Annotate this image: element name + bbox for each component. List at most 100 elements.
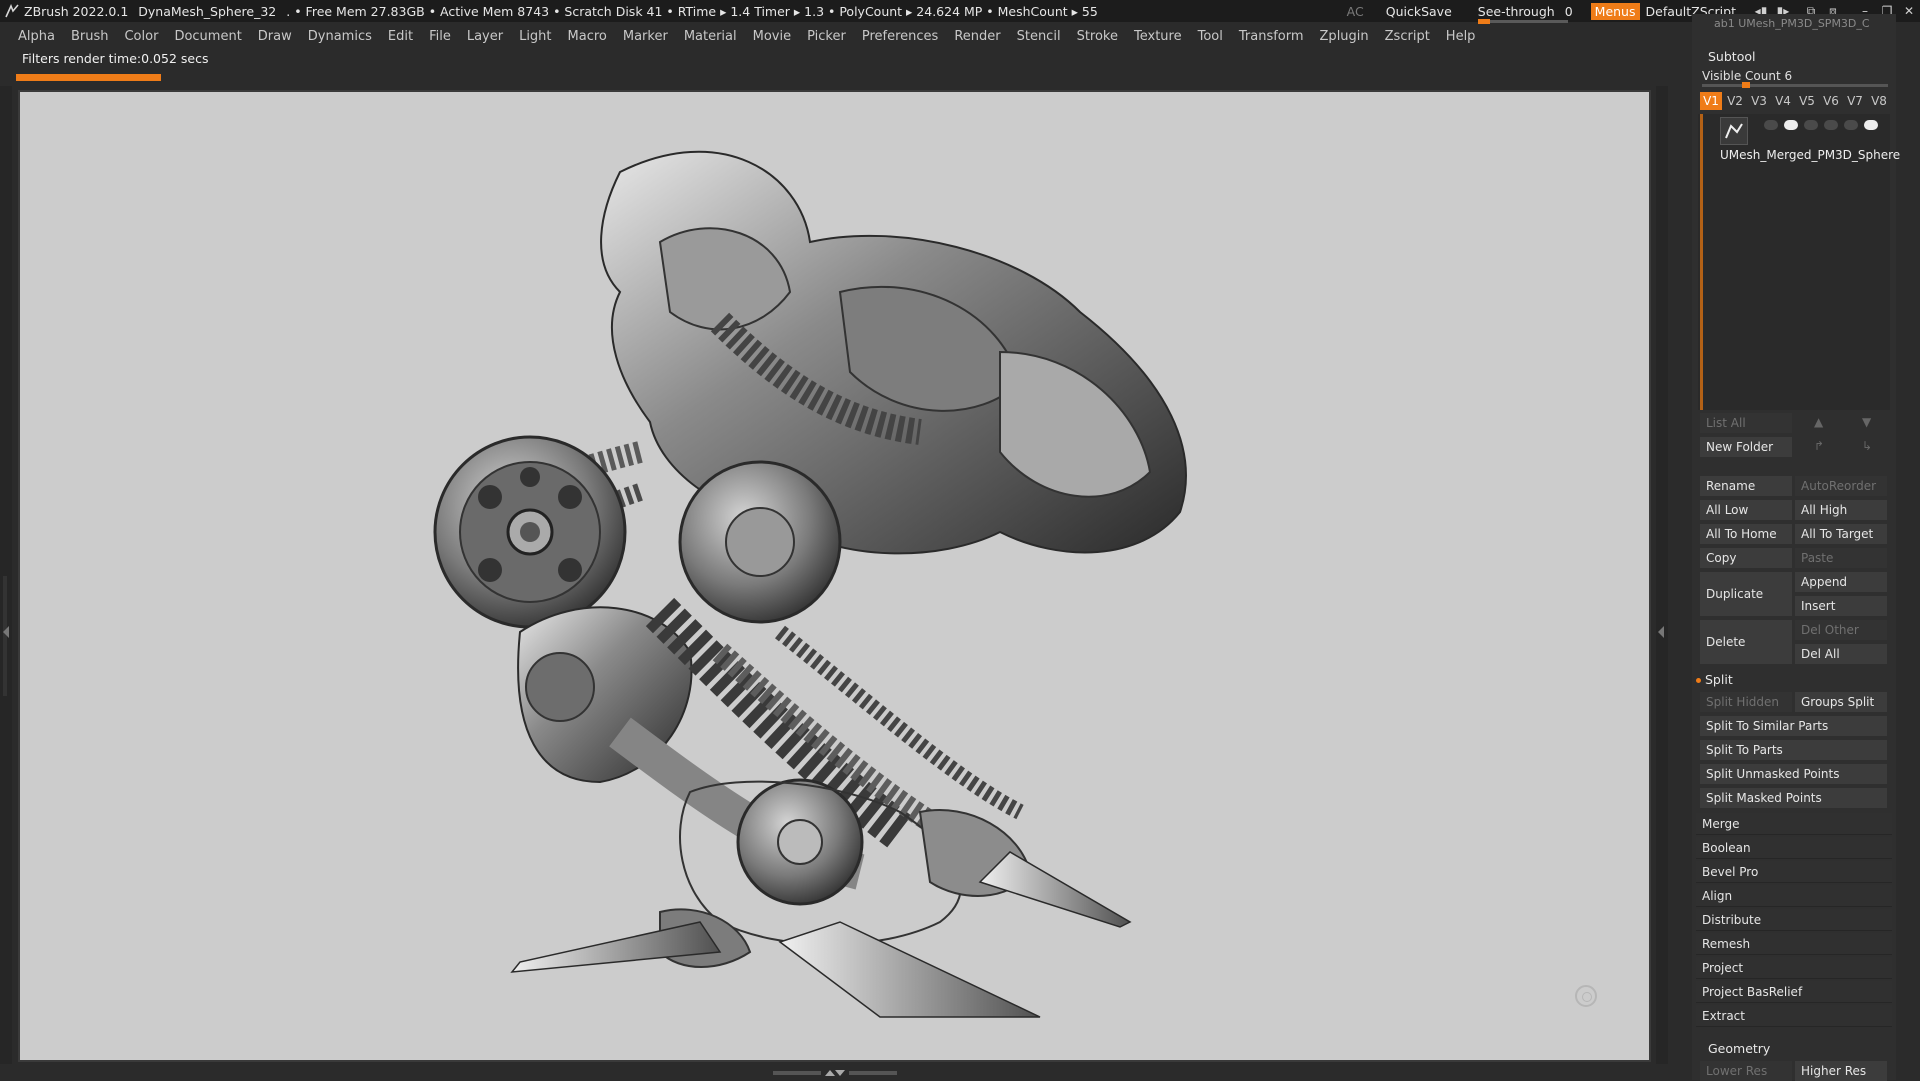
rename-button[interactable]: Rename bbox=[1700, 476, 1792, 496]
menu-color[interactable]: Color bbox=[124, 29, 158, 44]
menu-draw[interactable]: Draw bbox=[258, 29, 292, 44]
menu-zscript[interactable]: Zscript bbox=[1385, 29, 1430, 44]
menu-picker[interactable]: Picker bbox=[807, 29, 846, 44]
distribute-subpanel[interactable]: Distribute bbox=[1696, 909, 1892, 931]
append-button[interactable]: Append bbox=[1795, 572, 1887, 592]
bottom-tray-handle[interactable] bbox=[770, 1068, 900, 1078]
eye-icon[interactable] bbox=[1864, 120, 1878, 130]
subtool-thumbnail[interactable] bbox=[1720, 117, 1748, 145]
menu-stencil[interactable]: Stencil bbox=[1017, 29, 1061, 44]
menu-alpha[interactable]: Alpha bbox=[18, 29, 55, 44]
remesh-subpanel[interactable]: Remesh bbox=[1696, 933, 1892, 955]
project-subpanel[interactable]: Project bbox=[1696, 957, 1892, 979]
vtab-2[interactable]: V2 bbox=[1724, 92, 1746, 110]
menu-material[interactable]: Material bbox=[684, 29, 737, 44]
bevel-pro-subpanel[interactable]: Bevel Pro bbox=[1696, 861, 1892, 883]
split-unmasked-button[interactable]: Split Unmasked Points bbox=[1700, 764, 1887, 784]
menu-macro[interactable]: Macro bbox=[568, 29, 607, 44]
polypaint-toggle-icon[interactable] bbox=[1784, 120, 1798, 130]
new-folder-button[interactable]: New Folder bbox=[1700, 437, 1792, 457]
vtab-5[interactable]: V5 bbox=[1796, 92, 1818, 110]
menu-stroke[interactable]: Stroke bbox=[1077, 29, 1118, 44]
move-up-icon[interactable]: ▲ bbox=[1814, 415, 1823, 429]
geometry-section-title[interactable]: Geometry bbox=[1708, 1041, 1770, 1056]
menu-help[interactable]: Help bbox=[1446, 29, 1476, 44]
split-to-parts-button[interactable]: Split To Parts bbox=[1700, 740, 1887, 760]
higher-res-button[interactable]: Higher Res bbox=[1795, 1061, 1887, 1081]
all-high-button[interactable]: All High bbox=[1795, 500, 1887, 520]
right-tray-edge[interactable] bbox=[1656, 86, 1668, 1064]
menu-brush[interactable]: Brush bbox=[71, 29, 109, 44]
visible-count-knob[interactable] bbox=[1742, 82, 1750, 88]
expand-right-tray-icon[interactable] bbox=[1658, 626, 1664, 638]
move-into-folder-icon[interactable]: ↱ bbox=[1814, 439, 1824, 453]
tray-up-icon[interactable] bbox=[825, 1070, 835, 1076]
autoreorder-button[interactable]: AutoReorder bbox=[1795, 476, 1887, 496]
copy-button[interactable]: Copy bbox=[1700, 548, 1792, 568]
menu-dynamics[interactable]: Dynamics bbox=[308, 29, 372, 44]
delete-button[interactable]: Delete bbox=[1700, 620, 1792, 664]
menu-layer[interactable]: Layer bbox=[467, 29, 503, 44]
vtab-1[interactable]: V1 bbox=[1700, 92, 1722, 110]
menu-edit[interactable]: Edit bbox=[388, 29, 413, 44]
visibility-set-tabs: V1 V2 V3 V4 V5 V6 V7 V8 bbox=[1700, 92, 1892, 110]
boolean-subpanel[interactable]: Boolean bbox=[1696, 837, 1892, 859]
dynamic-toggle-icon[interactable] bbox=[1824, 120, 1838, 130]
subtool-list[interactable]: UMesh_Merged_PM3D_Sphere bbox=[1698, 114, 1900, 410]
insert-button[interactable]: Insert bbox=[1795, 596, 1887, 616]
tray-down-icon[interactable] bbox=[835, 1070, 845, 1076]
vtab-4[interactable]: V4 bbox=[1772, 92, 1794, 110]
paste-button[interactable]: Paste bbox=[1795, 548, 1887, 568]
document-canvas[interactable] bbox=[18, 90, 1651, 1062]
left-tray-edge[interactable] bbox=[0, 86, 12, 1064]
vtab-7[interactable]: V7 bbox=[1844, 92, 1866, 110]
move-down-icon[interactable]: ▼ bbox=[1862, 415, 1871, 429]
menu-document[interactable]: Document bbox=[174, 29, 241, 44]
seethrough-slider[interactable]: See-through 0 bbox=[1477, 4, 1573, 24]
menu-marker[interactable]: Marker bbox=[623, 29, 668, 44]
seethrough-knob[interactable] bbox=[1477, 18, 1490, 24]
del-other-button[interactable]: Del Other bbox=[1795, 620, 1887, 640]
close-icon[interactable]: ✕ bbox=[1898, 4, 1920, 18]
split-hidden-button[interactable]: Split Hidden bbox=[1700, 692, 1792, 712]
menu-file[interactable]: File bbox=[429, 29, 451, 44]
vtab-6[interactable]: V6 bbox=[1820, 92, 1842, 110]
vtab-8[interactable]: V8 bbox=[1868, 92, 1890, 110]
menu-preferences[interactable]: Preferences bbox=[862, 29, 938, 44]
split-section-title[interactable]: Split bbox=[1696, 672, 1733, 687]
edit-toggle-icon[interactable] bbox=[1844, 120, 1858, 130]
menu-zplugin[interactable]: Zplugin bbox=[1320, 29, 1369, 44]
quicksave-button[interactable]: QuickSave bbox=[1386, 4, 1452, 19]
all-to-target-button[interactable]: All To Target bbox=[1795, 524, 1887, 544]
split-similar-parts-button[interactable]: Split To Similar Parts bbox=[1700, 716, 1887, 736]
menus-toggle[interactable]: Menus bbox=[1590, 2, 1640, 20]
list-all-button[interactable]: List All bbox=[1700, 413, 1792, 433]
menu-render[interactable]: Render bbox=[954, 29, 1000, 44]
menu-movie[interactable]: Movie bbox=[753, 29, 791, 44]
visible-count-slider[interactable]: Visible Count 6 bbox=[1702, 69, 1792, 83]
list-scrollbar[interactable] bbox=[1700, 114, 1703, 410]
merge-subpanel[interactable]: Merge bbox=[1696, 813, 1892, 835]
all-low-button[interactable]: All Low bbox=[1700, 500, 1792, 520]
del-all-button[interactable]: Del All bbox=[1795, 644, 1887, 664]
lower-res-button[interactable]: Lower Res bbox=[1700, 1061, 1792, 1081]
groups-split-button[interactable]: Groups Split bbox=[1795, 692, 1887, 712]
menu-texture[interactable]: Texture bbox=[1134, 29, 1182, 44]
all-to-home-button[interactable]: All To Home bbox=[1700, 524, 1792, 544]
menu-tool[interactable]: Tool bbox=[1198, 29, 1223, 44]
brush-toggle-icon[interactable] bbox=[1764, 120, 1778, 130]
duplicate-button[interactable]: Duplicate bbox=[1700, 572, 1792, 616]
mask-toggle-icon[interactable] bbox=[1804, 120, 1818, 130]
expand-left-tray-icon[interactable] bbox=[3, 626, 9, 638]
menu-light[interactable]: Light bbox=[519, 29, 551, 44]
vtab-3[interactable]: V3 bbox=[1748, 92, 1770, 110]
ac-toggle[interactable]: AC bbox=[1347, 4, 1364, 19]
align-subpanel[interactable]: Align bbox=[1696, 885, 1892, 907]
subtool-title[interactable]: Subtool bbox=[1708, 49, 1755, 64]
split-masked-button[interactable]: Split Masked Points bbox=[1700, 788, 1887, 808]
move-out-folder-icon[interactable]: ↳ bbox=[1862, 439, 1872, 453]
project-basrelief-subpanel[interactable]: Project BasRelief bbox=[1696, 981, 1892, 1003]
subtool-item-name[interactable]: UMesh_Merged_PM3D_Sphere bbox=[1720, 148, 1900, 162]
extract-subpanel[interactable]: Extract bbox=[1696, 1005, 1892, 1027]
menu-transform[interactable]: Transform bbox=[1239, 29, 1304, 44]
